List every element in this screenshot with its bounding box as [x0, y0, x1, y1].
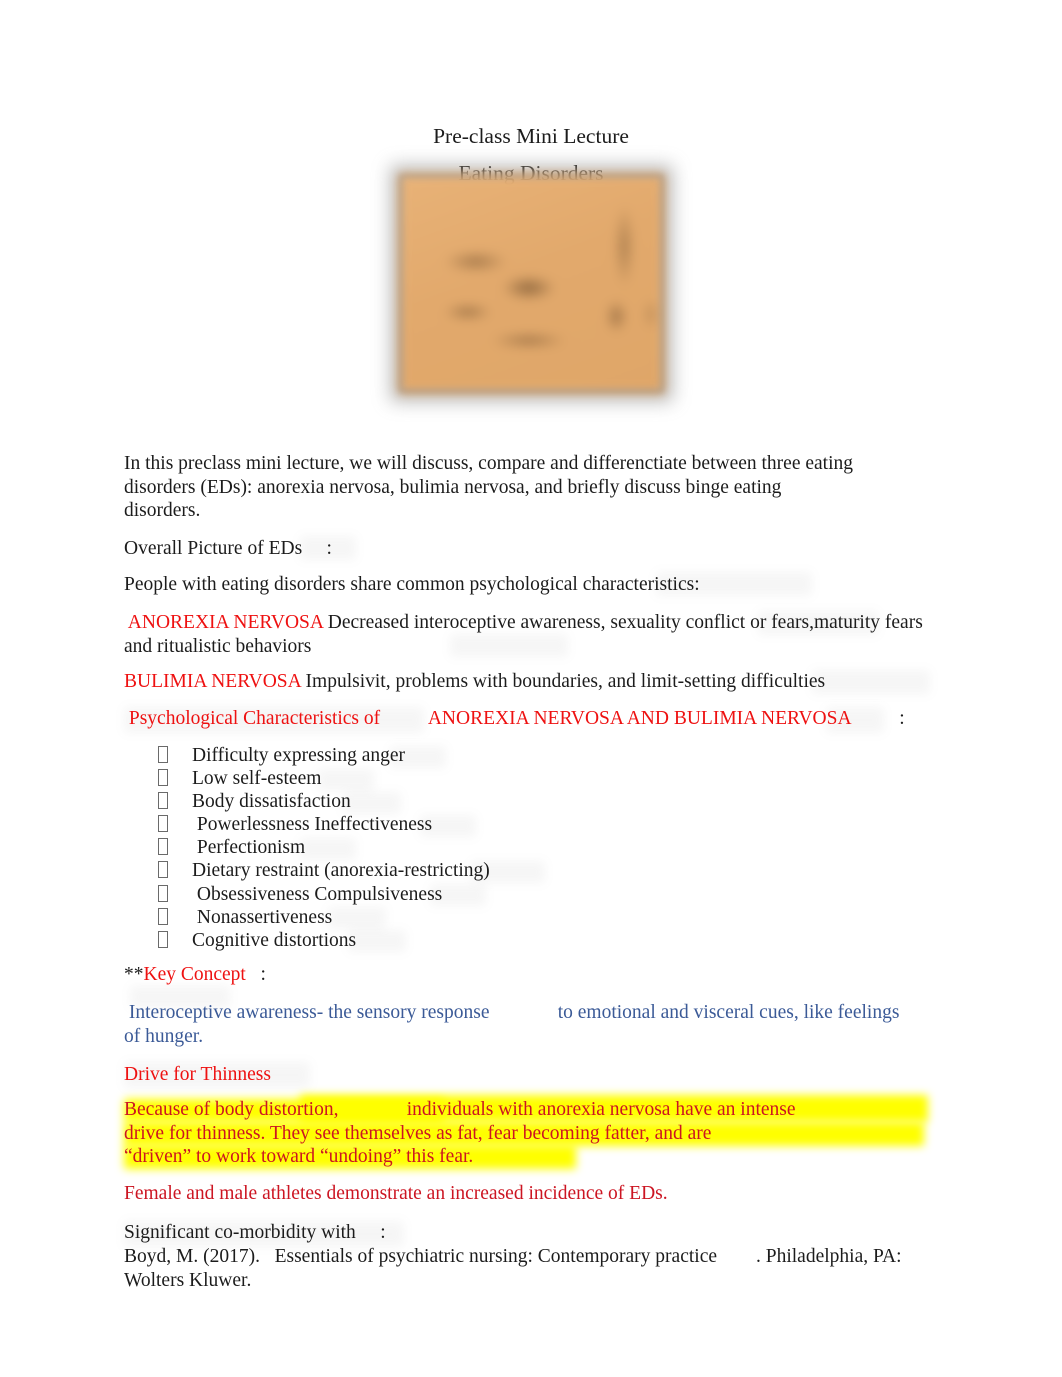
drive-for-thinness-heading: Drive for Thinness [124, 1064, 271, 1085]
comorbidity-colon: : [380, 1222, 386, 1243]
drive-line-2: drive for thinness. They see themselves … [124, 1122, 712, 1144]
psych-characteristics-heading-row: Psychological Characteristics of ANOREXI… [124, 707, 964, 731]
drive-line-3: “driven” to work toward “undoing” this f… [124, 1146, 474, 1168]
comorbidity-heading: Significant co-morbidity with [124, 1222, 356, 1243]
list-item: Cognitive distortions [158, 929, 798, 952]
interoceptive-definition-part-1: Interoceptive awareness- the sensory res… [124, 1002, 490, 1023]
psych-heading-colon: : [899, 708, 905, 729]
anorexia-label: ANOREXIA NERVOSA [124, 612, 323, 633]
bulimia-body: Impulsivit, problems with boundaries, an… [300, 671, 826, 692]
document-page: Pre-class Mini Lecture Eating Disorders … [0, 0, 1062, 1377]
key-concept-label: Key Concept [143, 964, 246, 985]
bullet-box-icon [158, 836, 192, 859]
drive-for-thinness-body: Because of body distortion, individuals … [124, 1098, 944, 1169]
list-item-label: Powerlessness Ineffectiveness [192, 814, 433, 836]
psych-heading-left: Psychological Characteristics of [124, 708, 381, 729]
comorbidity-heading-row: Significant co-morbidity with : [124, 1221, 924, 1245]
bullet-box-icon [158, 790, 192, 813]
athletes-note: Female and male athletes demonstrate an … [124, 1183, 668, 1204]
list-item-label: Perfectionism [192, 837, 306, 859]
key-concept-asterisks: ** [124, 964, 144, 985]
page-title: Pre-class Mini Lecture [433, 124, 629, 148]
key-concept-colon: : [260, 964, 266, 985]
list-item-label: Difficulty expressing anger [192, 745, 405, 766]
bullet-box-icon [158, 813, 192, 836]
list-item: Low self-esteem [158, 767, 798, 790]
list-item: Body dissatisfaction [158, 790, 798, 813]
lecture-photo [390, 165, 673, 402]
overall-picture-heading-row: Overall Picture of EDs : [124, 537, 924, 561]
anorexia-section: ANOREXIA NERVOSA Decreased interoceptive… [124, 611, 924, 658]
list-item-label: Obsessiveness Compulsiveness [192, 883, 443, 905]
list-item-label: Low self-esteem [192, 768, 322, 790]
list-item-label: Cognitive distortions [192, 929, 357, 951]
intro-paragraph: In this preclass mini lecture, we will d… [124, 453, 853, 522]
key-concept-heading-row: **Key Concept : [124, 963, 924, 987]
list-item: Perfectionism [158, 836, 798, 859]
list-item: Nonassertiveness [158, 906, 798, 929]
list-item-label: Dietary restraint (anorexia-restricting) [192, 860, 490, 882]
drive-line-1a: Because of body distortion, [124, 1099, 339, 1120]
list-item: Obsessiveness Compulsiveness [158, 883, 798, 906]
bullet-box-icon [158, 767, 192, 790]
list-item: Dietary restraint (anorexia-restricting) [158, 859, 798, 882]
list-item: Difficulty expressing anger [158, 744, 798, 767]
bullet-box-icon [158, 883, 192, 906]
citation: Boyd, M. (2017). Essentials of psychiatr… [124, 1245, 934, 1292]
photo-edge [399, 174, 664, 393]
list-item-label: Body dissatisfaction [192, 791, 351, 813]
list-item-label: Nonassertiveness [192, 906, 333, 928]
shared-characteristics-line: People with eating disorders share commo… [124, 574, 700, 595]
drive-line-1b: individuals with anorexia nervosa have a… [406, 1099, 796, 1120]
overall-picture-heading: Overall Picture of EDs [124, 538, 303, 559]
psych-characteristics-list: Difficulty expressing anger Low self-este… [158, 744, 798, 952]
bulimia-section: BULIMIA NERVOSA Impulsivit, problems wit… [124, 670, 924, 694]
bullet-box-icon [158, 859, 192, 882]
citation-part-1: Boyd, M. (2017). Essentials of psychiatr… [124, 1246, 717, 1267]
list-item: Powerlessness Ineffectiveness [158, 813, 798, 836]
bullet-box-icon [158, 906, 192, 929]
psych-heading-right: ANOREXIA NERVOSA AND BULIMIA NERVOSA [427, 708, 851, 729]
bullet-box-icon [158, 929, 192, 952]
overall-picture-colon: : [326, 538, 332, 559]
bulimia-label: BULIMIA NERVOSA [124, 671, 301, 692]
interoceptive-definition: Interoceptive awareness- the sensory res… [124, 1001, 914, 1048]
bullet-box-icon [158, 744, 192, 767]
